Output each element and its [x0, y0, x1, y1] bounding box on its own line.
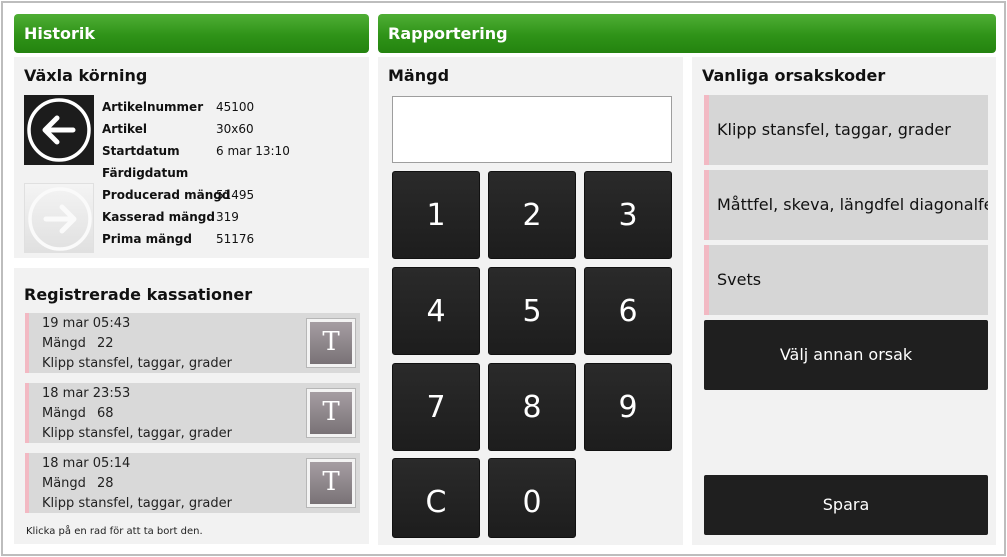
keypad-key-2[interactable]: 2: [488, 171, 576, 259]
field-value-kasserad: 319: [216, 210, 239, 224]
arrow-right-circle-icon: [28, 187, 92, 251]
rapportering-title: Rapportering: [388, 24, 508, 43]
keypad-key-clear[interactable]: C: [392, 458, 480, 538]
orsaker-heading: Vanliga orsakskoder: [702, 66, 886, 85]
kassationer-heading: Registrerade kassationer: [24, 285, 253, 304]
kassation-qty: 22: [97, 336, 114, 351]
field-value-artikelnummer: 45100: [216, 100, 255, 114]
kassation-qty-label: Mängd: [42, 476, 86, 491]
keypad-key-1[interactable]: 1: [392, 171, 480, 259]
field-label-artikel: Artikel: [102, 122, 147, 136]
keypad-key-9[interactable]: 9: [584, 363, 672, 451]
switch-run-heading: Växla körning: [24, 66, 148, 85]
field-label-artikelnummer: Artikelnummer: [102, 100, 204, 114]
field-value-artikel: 30x60: [216, 122, 254, 136]
reason-option[interactable]: Svets: [704, 245, 988, 315]
app-window: Historik Växla körning Artikelnummer 451…: [1, 1, 1006, 556]
field-value-startdatum: 6 mar 13:10: [216, 144, 290, 158]
rapportering-header: Rapportering: [378, 14, 996, 53]
mangd-heading: Mängd: [388, 66, 450, 85]
field-label-producerad: Producerad mängd: [102, 188, 231, 202]
kassation-t-button[interactable]: T: [306, 458, 356, 508]
field-label-fardigdatum: Färdigdatum: [102, 166, 189, 180]
field-label-kasserad: Kasserad mängd: [102, 210, 215, 224]
reason-option[interactable]: Klipp stansfel, taggar, grader: [704, 95, 988, 165]
field-label-startdatum: Startdatum: [102, 144, 180, 158]
historik-header: Historik: [14, 14, 369, 53]
keypad-key-6[interactable]: 6: [584, 267, 672, 355]
delete-hint: Klicka på en rad för att ta bort den.: [26, 526, 203, 537]
kassation-row[interactable]: 18 mar 23:53 Mängd 68 Klipp stansfel, ta…: [25, 383, 360, 443]
kassation-date: 19 mar 05:43: [42, 316, 131, 331]
keypad-key-0[interactable]: 0: [488, 458, 576, 538]
kassation-reason: Klipp stansfel, taggar, grader: [42, 496, 232, 511]
kassation-qty-label: Mängd: [42, 336, 86, 351]
kassation-row[interactable]: 18 mar 05:14 Mängd 28 Klipp stansfel, ta…: [25, 453, 360, 513]
kassation-date: 18 mar 23:53: [42, 386, 131, 401]
kassation-row[interactable]: 19 mar 05:43 Mängd 22 Klipp stansfel, ta…: [25, 313, 360, 373]
kassation-t-button[interactable]: T: [306, 388, 356, 438]
kassation-reason: Klipp stansfel, taggar, grader: [42, 356, 232, 371]
kassation-qty: 28: [97, 476, 114, 491]
kassation-qty: 68: [97, 406, 114, 421]
kassation-t-button[interactable]: T: [306, 318, 356, 368]
keypad-key-3[interactable]: 3: [584, 171, 672, 259]
kassation-qty-label: Mängd: [42, 406, 86, 421]
kassation-date: 18 mar 05:14: [42, 456, 131, 471]
field-label-prima: Prima mängd: [102, 232, 192, 246]
historik-title: Historik: [24, 24, 96, 43]
next-run-button[interactable]: [24, 183, 94, 253]
keypad-key-7[interactable]: 7: [392, 363, 480, 451]
kassation-reason: Klipp stansfel, taggar, grader: [42, 426, 232, 441]
previous-run-button[interactable]: [24, 95, 94, 165]
keypad-key-4[interactable]: 4: [392, 267, 480, 355]
keypad-key-5[interactable]: 5: [488, 267, 576, 355]
keypad-key-8[interactable]: 8: [488, 363, 576, 451]
reason-option[interactable]: Måttfel, skeva, längdfel diagonalfel.: [704, 170, 988, 240]
save-button[interactable]: Spara: [704, 475, 988, 535]
field-value-prima: 51176: [216, 232, 255, 246]
field-value-producerad: 51495: [216, 188, 255, 202]
quantity-input[interactable]: [392, 96, 672, 163]
arrow-left-circle-icon: [27, 98, 91, 162]
choose-other-reason-button[interactable]: Välj annan orsak: [704, 320, 988, 390]
